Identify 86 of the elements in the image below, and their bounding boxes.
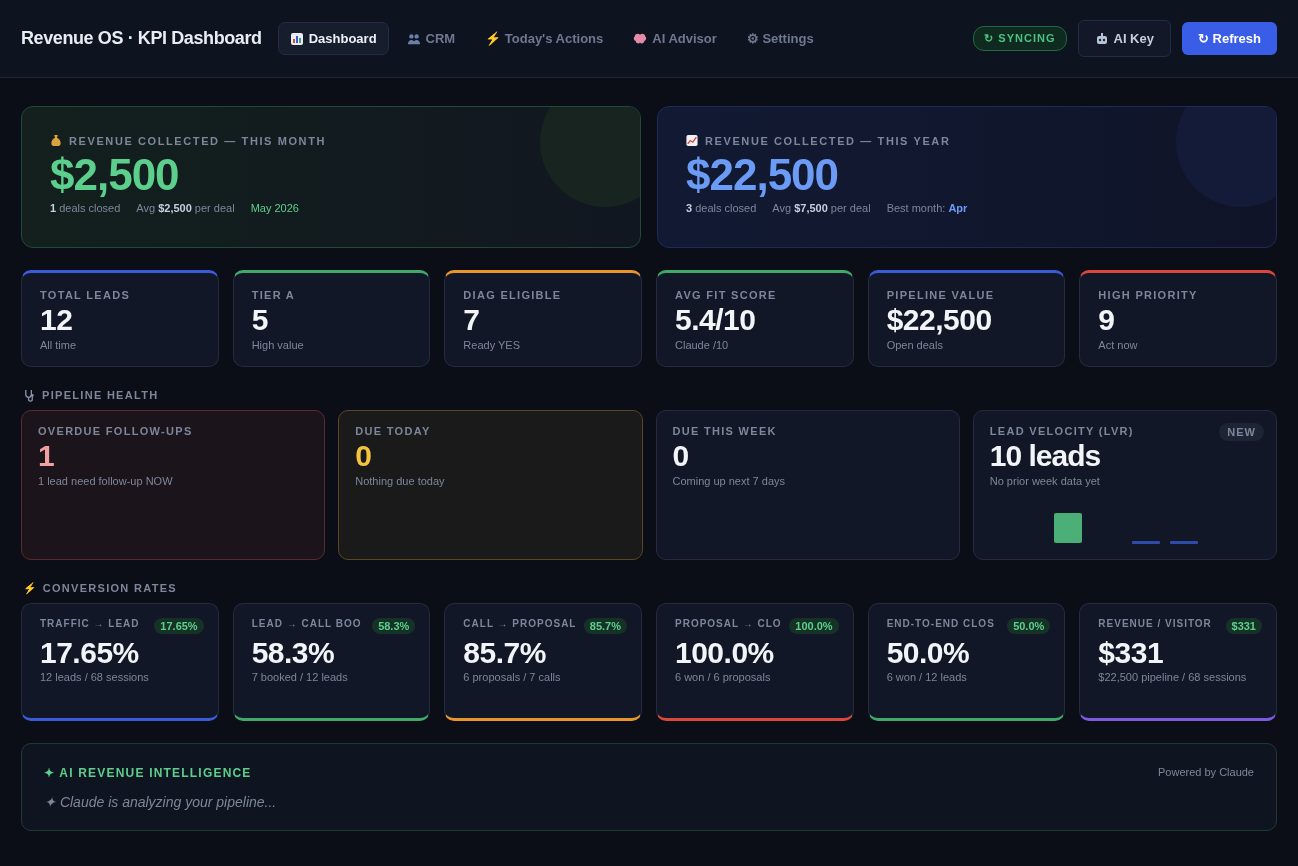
- health-label: DUE TODAY: [355, 424, 431, 437]
- health-value: 0: [355, 438, 372, 472]
- refresh-button[interactable]: ↻ Refresh: [1181, 22, 1277, 55]
- nav-tab[interactable]: Dashboard: [277, 22, 389, 55]
- conversion-subtitle: $22,500 pipeline / 68 sessions: [1098, 671, 1248, 683]
- chart-up-icon: [686, 134, 698, 147]
- revenue-label: REVENUE COLLECTED — THIS MONTH: [69, 134, 326, 147]
- kpi-label: TIER A: [251, 289, 296, 301]
- conversion-value: 50.0%: [886, 636, 971, 668]
- health-subtitle: No prior week data yet: [989, 474, 1101, 487]
- revenue-meta: Avg $7,500 per deal: [772, 202, 871, 214]
- revenue-value: $22,500: [686, 150, 840, 200]
- conversion-value: 100.0%: [675, 636, 775, 668]
- kpi-subtitle: Claude /10: [675, 338, 730, 351]
- powered-by-text: Powered by Claude: [1158, 765, 1254, 780]
- bar-chart-icon: [289, 31, 304, 46]
- nav-tab[interactable]: ⚡ Today's Actions: [473, 22, 616, 55]
- stethoscope-icon: [23, 388, 36, 402]
- health-subtitle: Nothing due today: [355, 474, 446, 487]
- nav-tab[interactable]: ⚙ Settings: [734, 22, 826, 55]
- health-value: 1: [38, 438, 55, 472]
- conversion-value: 17.65%: [40, 636, 140, 668]
- conversion-label: LEAD → CALL BOO: [251, 617, 362, 629]
- robot-icon: [1094, 31, 1109, 46]
- conversion-label: TRAFFIC → LEAD: [40, 617, 140, 629]
- health-label: OVERDUE FOLLOW-UPS: [38, 424, 193, 437]
- health-value: 0: [672, 438, 690, 472]
- kpi-subtitle: Act now: [1098, 338, 1139, 351]
- section-title: ⚡ CONVERSION RATES: [23, 581, 177, 595]
- kpi-value: 12: [40, 304, 74, 336]
- revenue-meta: May 2026: [250, 202, 299, 214]
- kpi-label: TOTAL LEADS: [40, 289, 131, 301]
- brain-icon: [633, 31, 648, 46]
- revenue-label: REVENUE COLLECTED — THIS YEAR: [705, 134, 951, 147]
- rate-badge: 17.65%: [154, 617, 204, 634]
- rate-badge: 50.0%: [1007, 617, 1051, 634]
- conversion-subtitle: 7 booked / 12 leads: [251, 671, 349, 683]
- kpi-subtitle: Open deals: [886, 338, 944, 351]
- health-label: LEAD VELOCITY (LVR): [989, 424, 1134, 437]
- conversion-value: 58.3%: [251, 636, 336, 668]
- health-label: DUE THIS WEEK: [672, 424, 777, 437]
- section-title: PIPELINE HEALTH: [42, 389, 159, 401]
- revenue-meta: 1 deals closed: [50, 202, 121, 214]
- revenue-value: $2,500: [50, 150, 180, 200]
- rate-badge: $331: [1225, 617, 1262, 634]
- kpi-value: $22,500: [886, 304, 993, 336]
- money-bag-icon: [50, 134, 62, 147]
- conversion-label: PROPOSAL → CLO: [675, 617, 782, 629]
- new-badge: NEW: [1219, 422, 1264, 441]
- ai-status-text: ✦ Claude is analyzing your pipeline...: [44, 793, 278, 810]
- app-title: Revenue OS · KPI Dashboard: [21, 28, 262, 49]
- revenue-meta: Best month: Apr: [886, 202, 968, 214]
- health-value: 10 leads: [989, 438, 1102, 472]
- kpi-value: 5.4/10: [675, 304, 757, 336]
- conversion-label: REVENUE / VISITOR: [1098, 617, 1212, 629]
- health-subtitle: 1 lead need follow-up NOW: [38, 474, 174, 487]
- revenue-meta: 3 deals closed: [686, 202, 757, 214]
- kpi-subtitle: All time: [40, 338, 78, 351]
- kpi-label: PIPELINE VALUE: [886, 289, 995, 301]
- kpi-label: DIAG ELIGIBLE: [463, 289, 562, 301]
- rate-badge: 100.0%: [789, 617, 839, 634]
- ai-key-button[interactable]: AI Key: [1077, 20, 1171, 57]
- kpi-subtitle: Ready YES: [463, 338, 521, 351]
- ai-panel-title: ✦ AI REVENUE INTELLIGENCE: [44, 765, 252, 780]
- conversion-value: 85.7%: [463, 636, 547, 668]
- nav-tab[interactable]: CRM: [394, 22, 468, 55]
- rate-badge: 58.3%: [372, 617, 416, 634]
- kpi-value: 5: [251, 304, 269, 336]
- health-subtitle: Coming up next 7 days: [672, 474, 786, 487]
- revenue-meta: Avg $2,500 per deal: [136, 202, 235, 214]
- conversion-subtitle: 6 won / 6 proposals: [675, 671, 772, 683]
- people-icon: [406, 31, 421, 46]
- sync-status-badge: ↻ SYNCING: [973, 26, 1067, 51]
- conversion-value: $331: [1098, 636, 1165, 668]
- kpi-value: 9: [1098, 304, 1116, 336]
- kpi-subtitle: High value: [251, 338, 305, 351]
- nav-tab[interactable]: AI Advisor: [621, 22, 729, 55]
- kpi-label: HIGH PRIORITY: [1098, 289, 1198, 301]
- conversion-subtitle: 12 leads / 68 sessions: [40, 671, 150, 683]
- conversion-subtitle: 6 won / 12 leads: [886, 671, 968, 683]
- conversion-label: END-TO-END CLOS: [886, 617, 995, 629]
- kpi-value: 7: [463, 304, 481, 336]
- rate-badge: 85.7%: [583, 617, 627, 634]
- conversion-subtitle: 6 proposals / 7 calls: [463, 671, 562, 683]
- conversion-label: CALL → PROPOSAL: [463, 617, 577, 629]
- kpi-label: AVG FIT SCORE: [675, 289, 777, 301]
